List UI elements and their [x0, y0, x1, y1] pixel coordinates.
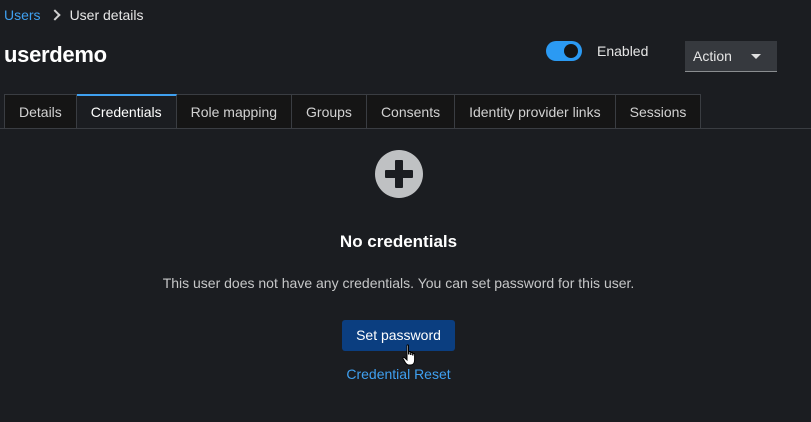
breadcrumb-users-link[interactable]: Users [4, 7, 41, 23]
tab-label: Role mapping [190, 103, 278, 120]
tab-role-mapping[interactable]: Role mapping [176, 94, 293, 128]
credential-reset-button[interactable]: Credential Reset [0, 366, 797, 382]
user-tabs: Details Credentials Role mapping Groups … [4, 94, 702, 128]
tab-groups[interactable]: Groups [292, 94, 367, 128]
enabled-toggle[interactable] [546, 41, 582, 61]
tab-label: Credentials [90, 104, 162, 120]
page-title: userdemo [4, 42, 107, 67]
tab-label: Identity provider links [469, 103, 601, 120]
empty-state-title: No credentials [339, 232, 458, 251]
breadcrumb-current: User details [69, 7, 144, 23]
tab-details[interactable]: Details [4, 94, 77, 128]
tab-label: Sessions [629, 103, 687, 120]
user-details-page: Users User details userdemo Enabled Acti… [0, 0, 811, 422]
set-password-button[interactable]: Set password [342, 320, 455, 351]
tab-identity-provider-links[interactable]: Identity provider links [455, 94, 616, 128]
enabled-switch: Enabled [546, 41, 648, 61]
tab-label: Consents [380, 103, 441, 120]
action-dropdown-label: Action [693, 48, 732, 64]
tabs-divider [0, 128, 811, 129]
empty-state: No credentials This user does not have a… [0, 150, 797, 382]
caret-down-icon [751, 54, 761, 59]
hand-cursor-icon [402, 344, 416, 366]
tab-label: Details [19, 103, 62, 120]
breadcrumb: Users User details [4, 7, 143, 23]
empty-state-body: This user does not have any credentials.… [162, 275, 635, 291]
plus-circle-icon [374, 150, 423, 198]
chevron-right-icon [48, 9, 61, 21]
action-dropdown[interactable]: Action [685, 41, 777, 72]
tab-consents[interactable]: Consents [366, 94, 456, 128]
tab-credentials[interactable]: Credentials [76, 94, 177, 128]
tab-sessions[interactable]: Sessions [615, 94, 702, 128]
toggle-knob [564, 44, 578, 58]
enabled-label: Enabled [597, 43, 649, 59]
tab-label: Groups [306, 103, 352, 120]
